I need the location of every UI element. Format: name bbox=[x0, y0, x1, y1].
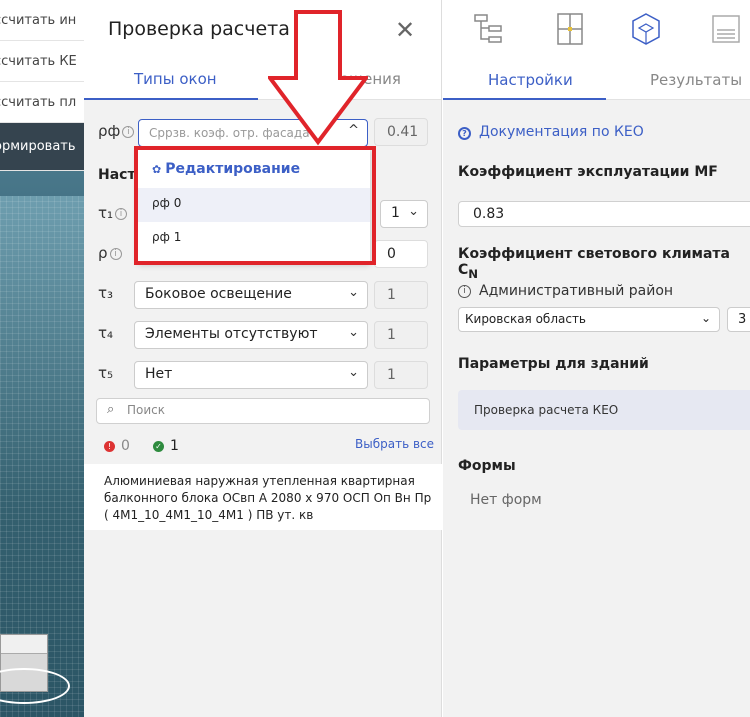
menu-item-calc-1[interactable]: ссчитать ин bbox=[0, 0, 84, 41]
tau4-value: 1 bbox=[374, 321, 428, 349]
tau3-label: τ₃ bbox=[98, 284, 114, 302]
dropdown-option[interactable]: ρф 1 bbox=[138, 222, 370, 256]
building-item[interactable]: Проверка расчета КЕО bbox=[458, 390, 750, 430]
document-icon[interactable] bbox=[709, 12, 743, 46]
tau4-row: τ₄ Элементы отсутствуют ⌄ 1 bbox=[98, 320, 438, 349]
info-icon[interactable]: i bbox=[115, 208, 128, 220]
check-icon: ✓ bbox=[153, 441, 164, 452]
tau5-select[interactable]: Нет ⌄ bbox=[134, 361, 368, 389]
rho-f-label: ρф i bbox=[98, 122, 135, 140]
region-number: 3 bbox=[727, 307, 750, 332]
tab-settings[interactable]: Настройки bbox=[488, 71, 573, 89]
tab-rooms[interactable]: Помещения bbox=[308, 70, 401, 88]
tab-results[interactable]: Результаты bbox=[650, 71, 742, 89]
info-icon[interactable]: i bbox=[122, 126, 135, 138]
rho-f-row: ρф i Сррзв. коэф. отр. фасада ^ 0.41 bbox=[98, 118, 438, 147]
edit-option[interactable]: ✿ Редактирование bbox=[138, 148, 370, 188]
active-tab-indicator bbox=[443, 98, 606, 100]
rho-input[interactable]: 0 bbox=[374, 240, 428, 268]
chevron-down-icon: ⌄ bbox=[348, 325, 359, 340]
rho-label: ρi bbox=[98, 244, 122, 262]
chevron-down-icon: ⌄ bbox=[348, 285, 359, 300]
rho-f-dropdown: ✿ Редактирование ρф 0 ρф 1 bbox=[138, 148, 370, 263]
forms-heading: Формы bbox=[458, 458, 516, 474]
panel-title: Проверка расчета КЕО bbox=[108, 18, 337, 40]
panel-header: Проверка расчета КЕО ✕ Типы окон Помещен… bbox=[84, 0, 441, 100]
chevron-down-icon: ⌄ bbox=[408, 204, 419, 219]
right-header: Настройки Результаты bbox=[443, 0, 750, 100]
error-icon: ! bbox=[104, 441, 115, 452]
info-icon[interactable]: i bbox=[458, 285, 471, 298]
tau5-value: 1 bbox=[374, 361, 428, 389]
3d-viewport[interactable]: ссчитать ин ссчитать КЕ ссчитать пл орми… bbox=[0, 0, 84, 717]
keo-docs-link[interactable]: ? Документация по КЕО bbox=[458, 124, 644, 140]
select-all-link[interactable]: Выбрать все bbox=[355, 437, 434, 451]
keo-panel: Проверка расчета КЕО ✕ Типы окон Помещен… bbox=[84, 0, 442, 717]
cn-heading: Коэффициент светового климата CN bbox=[458, 246, 730, 281]
window-icon[interactable] bbox=[553, 12, 587, 46]
tau4-select[interactable]: Элементы отсутствуют ⌄ bbox=[134, 321, 368, 349]
tau1-select[interactable]: 1 ⌄ bbox=[380, 200, 428, 228]
region-select[interactable]: Кировская область ⌄ bbox=[458, 307, 720, 332]
error-count: ! 0 bbox=[104, 438, 130, 454]
building-params-heading: Параметры для зданий bbox=[458, 356, 649, 372]
menu-item-calc-keo[interactable]: ссчитать КЕ bbox=[0, 41, 84, 82]
tree-icon[interactable] bbox=[473, 12, 507, 46]
menu-item-calc-area[interactable]: ссчитать пл bbox=[0, 82, 84, 123]
info-icon[interactable]: i bbox=[109, 248, 122, 260]
room-icon[interactable] bbox=[629, 12, 663, 46]
rho-f-select[interactable]: Сррзв. коэф. отр. фасада ^ bbox=[138, 119, 368, 147]
chevron-up-icon: ^ bbox=[348, 123, 359, 138]
tab-window-types[interactable]: Типы окон bbox=[134, 70, 217, 88]
active-tab-indicator bbox=[84, 98, 258, 100]
ok-count: ✓ 1 bbox=[153, 438, 179, 454]
tau3-select[interactable]: Боковое освещение ⌄ bbox=[134, 281, 368, 309]
question-icon: ? bbox=[458, 127, 471, 140]
mf-heading: Коэффициент эксплуатации MF bbox=[458, 164, 718, 180]
tau3-value: 1 bbox=[374, 281, 428, 309]
tau3-row: τ₃ Боковое освещение ⌄ 1 bbox=[98, 280, 438, 309]
search-input[interactable]: ⌕ Поиск bbox=[96, 398, 430, 424]
mf-input[interactable]: 0.83 bbox=[458, 201, 750, 227]
close-icon[interactable]: ✕ bbox=[395, 16, 415, 44]
tau4-label: τ₄ bbox=[98, 324, 114, 342]
tau5-label: τ₅ bbox=[98, 364, 114, 382]
dropdown-option[interactable]: ρф 0 bbox=[138, 188, 370, 222]
settings-panel: Настройки Результаты ? Документация по КЕ… bbox=[443, 0, 750, 717]
chevron-down-icon: ⌄ bbox=[348, 365, 359, 380]
gear-icon: ✿ bbox=[152, 163, 162, 176]
menu-item-generate[interactable]: ормировать bbox=[0, 123, 84, 171]
context-menu: ссчитать ин ссчитать КЕ ссчитать пл орми… bbox=[0, 0, 84, 171]
rho-f-value: 0.41 bbox=[374, 118, 428, 146]
no-forms-text: Нет форм bbox=[470, 492, 542, 508]
tau5-row: τ₅ Нет ⌄ 1 bbox=[98, 360, 438, 389]
search-icon: ⌕ bbox=[107, 402, 115, 417]
tau1-label: τ₁ i bbox=[98, 204, 128, 222]
district-label: i Административный район bbox=[458, 283, 673, 299]
window-type-item[interactable]: Алюминиевая наружная утепленная квартирн… bbox=[84, 464, 442, 530]
chevron-down-icon: ⌄ bbox=[700, 311, 711, 325]
